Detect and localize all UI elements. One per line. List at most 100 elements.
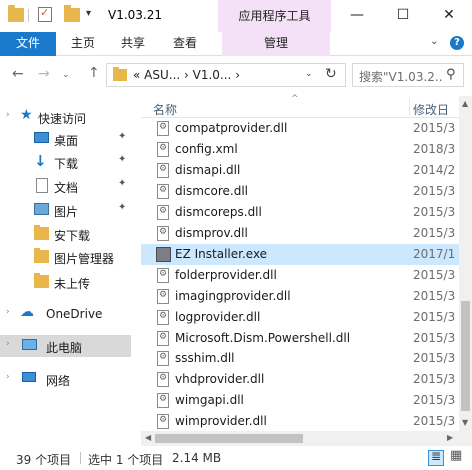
tab-manage[interactable]: 管理	[222, 32, 330, 56]
tab-share[interactable]: 共享	[110, 32, 156, 56]
folder-icon	[34, 273, 49, 288]
sidebar-item-label: 图片	[54, 205, 79, 219]
scroll-down-icon[interactable]: ▼	[462, 418, 468, 427]
sidebar-item-not-uploaded[interactable]: 未上传	[0, 271, 140, 293]
cloud-icon: ☁	[20, 304, 34, 320]
pin-icon: ✦	[118, 131, 127, 142]
sidebar-item-this-pc[interactable]: › 此电脑	[0, 335, 131, 357]
search-input[interactable]: 搜索"V1.03.2... ⚲	[352, 63, 464, 87]
scroll-up-icon[interactable]: ▲	[462, 99, 468, 108]
file-row[interactable]: config.xml 2018/3	[141, 139, 459, 160]
sidebar-item-quick-access[interactable]: › ★ 快速访问	[0, 106, 140, 128]
sidebar-item-anxiazai[interactable]: 安下载	[0, 223, 140, 245]
file-name: dismcore.dll	[175, 183, 248, 198]
file-date: 2018/3	[413, 141, 456, 156]
file-date: 2015/3	[413, 309, 456, 324]
properties-icon[interactable]	[38, 6, 52, 22]
sidebar-item-pictures[interactable]: 图片 ✦	[0, 199, 140, 221]
quick-access-dropdown-icon[interactable]: ▾	[86, 8, 91, 19]
item-count: 39 个项目	[16, 453, 72, 467]
dll-file-icon	[157, 393, 169, 409]
help-icon[interactable]: ?	[450, 36, 464, 50]
back-button[interactable]: ←	[12, 66, 24, 82]
file-row[interactable]: ssshim.dll 2015/3	[141, 348, 459, 369]
search-icon[interactable]: ⚲	[446, 67, 456, 82]
folder-icon[interactable]	[8, 5, 24, 22]
address-dropdown-icon[interactable]: ⌄	[305, 69, 313, 79]
horizontal-scrollbar[interactable]: ◀ ▶	[141, 431, 459, 446]
sidebar-item-onedrive[interactable]: › ☁ OneDrive	[0, 303, 140, 325]
file-date: 2014/2	[413, 162, 456, 177]
window-title: V1.03.21	[108, 8, 163, 22]
recent-locations-icon[interactable]: ⌄	[62, 70, 70, 80]
file-date: 2015/3	[413, 225, 456, 240]
file-row[interactable]: EZ Installer.exe 2017/1	[141, 243, 459, 265]
file-name: EZ Installer.exe	[175, 246, 268, 261]
expand-icon[interactable]: ›	[6, 307, 10, 317]
sidebar-item-documents[interactable]: 文档 ✦	[0, 175, 140, 197]
scrollbar-thumb[interactable]	[155, 434, 303, 443]
file-row[interactable]: folderprovider.dll 2015/3	[141, 265, 459, 286]
new-folder-icon[interactable]	[64, 5, 80, 22]
scroll-left-icon[interactable]: ◀	[145, 433, 151, 442]
dll-file-icon	[157, 330, 169, 346]
minimize-button[interactable]: —	[334, 0, 380, 32]
column-header-name[interactable]: 名称	[153, 101, 177, 118]
column-divider[interactable]	[409, 98, 410, 116]
scroll-right-icon[interactable]: ▶	[447, 433, 453, 442]
details-view-button[interactable]	[428, 449, 444, 466]
file-row[interactable]: imagingprovider.dll 2015/3	[141, 286, 459, 307]
sidebar-item-picture-manager[interactable]: 图片管理器	[0, 246, 140, 268]
sidebar-item-label: 图片管理器	[54, 252, 115, 266]
refresh-icon[interactable]: ↻	[325, 66, 337, 82]
document-icon	[36, 178, 48, 193]
dll-file-icon	[157, 225, 169, 241]
file-row[interactable]: Microsoft.Dism.Powershell.dll 2015/3	[141, 328, 459, 349]
address-bar[interactable]: « ASU... › V1.0... › ⌄ ↻	[106, 63, 346, 87]
folder-icon	[113, 67, 127, 81]
ribbon-collapse-icon[interactable]: ⌄	[430, 36, 438, 47]
expand-icon[interactable]: ›	[6, 372, 10, 382]
up-button[interactable]: ↑	[88, 65, 100, 81]
dll-file-icon	[157, 204, 169, 220]
sidebar-item-network[interactable]: › 网络	[0, 368, 140, 390]
file-row[interactable]: dismapi.dll 2014/2	[141, 160, 459, 181]
file-date: 2015/3	[413, 183, 456, 198]
close-button[interactable]: ✕	[426, 0, 472, 32]
large-icons-view-button[interactable]	[449, 448, 465, 466]
sidebar-item-label: 桌面	[54, 134, 79, 148]
sidebar-item-desktop[interactable]: 桌面 ✦	[0, 128, 140, 150]
file-row[interactable]: compatprovider.dll 2015/3	[141, 118, 459, 139]
expand-icon[interactable]: ›	[6, 339, 10, 349]
pin-icon: ✦	[118, 154, 127, 165]
dll-file-icon	[157, 183, 169, 199]
tab-file[interactable]: 文件	[0, 32, 56, 56]
download-icon: ↓	[34, 152, 47, 170]
column-header-date[interactable]: 修改日	[413, 101, 449, 118]
file-row[interactable]: dismprov.dll 2015/3	[141, 223, 459, 244]
file-row[interactable]: dismcore.dll 2015/3	[141, 181, 459, 202]
maximize-button[interactable]: ☐	[380, 0, 426, 32]
file-row[interactable]: dismcoreps.dll 2015/3	[141, 202, 459, 223]
sidebar-item-downloads[interactable]: ↓ 下载 ✦	[0, 151, 140, 173]
file-name: dismcoreps.dll	[175, 204, 262, 219]
sidebar-item-label: OneDrive	[46, 307, 103, 321]
scrollbar-thumb[interactable]	[461, 301, 470, 411]
file-date: 2015/3	[413, 288, 456, 303]
file-name: config.xml	[175, 141, 238, 156]
file-name: compatprovider.dll	[175, 121, 288, 135]
breadcrumb[interactable]: « ASU... › V1.0... ›	[133, 68, 240, 82]
dll-file-icon	[157, 288, 169, 304]
sidebar-item-label: 下载	[54, 157, 79, 171]
vertical-scrollbar[interactable]: ▲ ▼	[459, 96, 472, 431]
file-row[interactable]: logprovider.dll 2015/3	[141, 307, 459, 328]
tab-view[interactable]: 查看	[162, 32, 208, 56]
file-row[interactable]: wimprovider.dll 2015/3	[141, 411, 459, 432]
forward-button[interactable]: →	[38, 66, 50, 82]
file-row[interactable]: vhdprovider.dll 2015/3	[141, 369, 459, 390]
file-row[interactable]: wimgapi.dll 2015/3	[141, 390, 459, 411]
expand-icon[interactable]: ›	[6, 110, 10, 120]
context-tab-app-tools: 应用程序工具	[218, 0, 331, 32]
title-bar: ▾ V1.03.21 应用程序工具 — ☐ ✕	[0, 0, 472, 32]
tab-home[interactable]: 主页	[60, 32, 106, 56]
